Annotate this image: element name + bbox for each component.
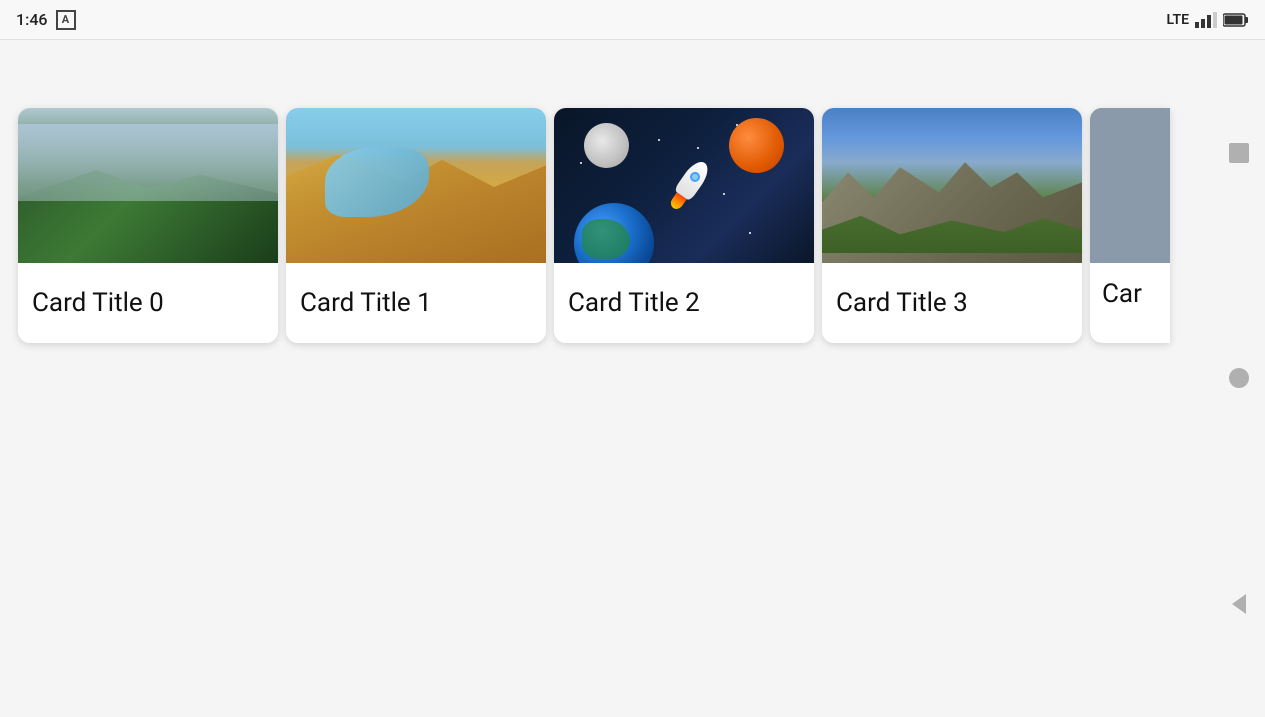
signal-icon bbox=[1195, 12, 1217, 28]
card-3-image bbox=[822, 108, 1082, 263]
card-1-title: Card Title 1 bbox=[286, 263, 546, 343]
status-right: LTE bbox=[1167, 12, 1249, 28]
main-content: Card Title 0 Card Title 1 bbox=[0, 40, 1265, 717]
back-arrow-icon[interactable] bbox=[1232, 594, 1246, 614]
card-4-image bbox=[1090, 108, 1170, 263]
space-moon bbox=[584, 123, 629, 168]
card-2-image bbox=[554, 108, 814, 263]
card-0[interactable]: Card Title 0 bbox=[18, 108, 278, 343]
card-0-image bbox=[18, 108, 278, 263]
lte-label: LTE bbox=[1167, 12, 1189, 28]
status-time: 1:46 bbox=[16, 10, 48, 29]
card-2-title: Card Title 2 bbox=[554, 263, 814, 343]
status-bar: 1:46 A LTE bbox=[0, 0, 1265, 40]
card-3[interactable]: Card Title 3 bbox=[822, 108, 1082, 343]
keyboard-icon: A bbox=[56, 10, 76, 30]
card-0-title: Card Title 0 bbox=[18, 263, 278, 343]
cards-container: Card Title 0 Card Title 1 bbox=[0, 90, 1265, 361]
battery-icon bbox=[1223, 12, 1249, 28]
card-1[interactable]: Card Title 1 bbox=[286, 108, 546, 343]
card-2[interactable]: Card Title 2 bbox=[554, 108, 814, 343]
card-4-partial[interactable]: Car bbox=[1090, 108, 1170, 343]
card-4-title-partial: Car bbox=[1090, 263, 1170, 343]
card-1-image bbox=[286, 108, 546, 263]
space-planet bbox=[729, 118, 784, 173]
card-3-title: Card Title 3 bbox=[822, 263, 1082, 343]
status-left: 1:46 A bbox=[16, 10, 76, 30]
circle-indicator[interactable] bbox=[1229, 368, 1249, 388]
